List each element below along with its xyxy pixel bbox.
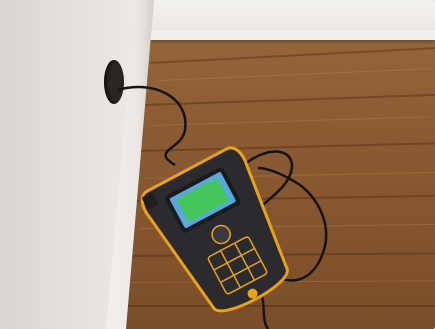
meter-and-cable [117, 85, 328, 329]
probe-cable [260, 294, 270, 329]
moisture-meter [140, 146, 289, 313]
photo [0, 0, 435, 329]
probe-cable [117, 85, 187, 167]
